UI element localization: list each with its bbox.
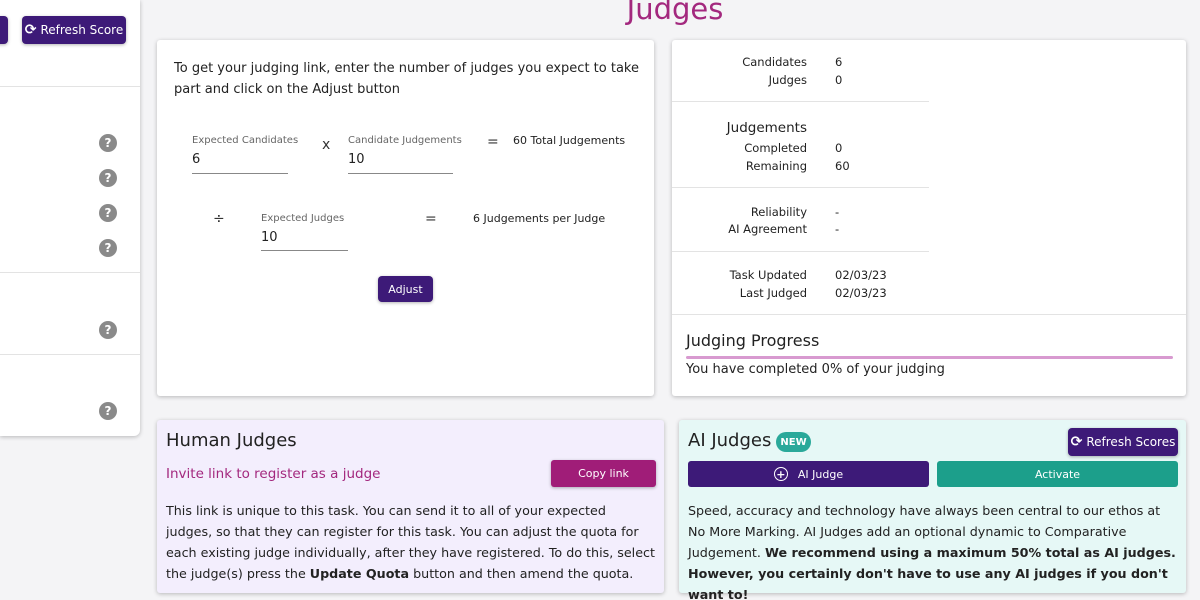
refresh-icon: ⟳ bbox=[1070, 434, 1083, 450]
stats-divider bbox=[672, 187, 929, 188]
ai-agreement-value: - bbox=[835, 222, 840, 236]
judgements-heading: Judgements bbox=[726, 120, 807, 136]
total-judgements-result: 60 Total Judgements bbox=[513, 134, 626, 147]
question-circle-icon[interactable]: ? bbox=[99, 239, 117, 257]
human-description-text: button and then amend the quota. bbox=[409, 566, 634, 581]
candidate-judgements-input[interactable] bbox=[348, 173, 453, 174]
last-judged-label: Last Judged bbox=[739, 286, 807, 300]
expected-judges-input[interactable] bbox=[261, 250, 348, 251]
divide-operator: ÷ bbox=[213, 211, 225, 227]
sidebar-divider bbox=[0, 272, 140, 273]
refresh-score-button[interactable]: ⟳ Refresh Score bbox=[22, 16, 126, 44]
progress-bar-track bbox=[686, 356, 1173, 359]
ai-judges-title: AI Judges bbox=[688, 430, 772, 451]
update-quota-emphasis: Update Quota bbox=[309, 566, 410, 581]
refresh-scores-button[interactable]: ⟳ Refresh Scores bbox=[1068, 428, 1178, 456]
candidates-value: 6 bbox=[835, 55, 843, 69]
add-ai-judge-button[interactable]: + AI Judge bbox=[688, 461, 929, 487]
sidebar-divider bbox=[0, 86, 140, 87]
candidate-judgements-value: 10 bbox=[348, 152, 365, 167]
remaining-value: 60 bbox=[835, 159, 850, 173]
expected-judges-value: 10 bbox=[261, 230, 278, 245]
refresh-scores-label: Refresh Scores bbox=[1086, 435, 1176, 449]
sidebar-stub-button[interactable] bbox=[0, 16, 8, 44]
progress-text: You have completed 0% of your judging bbox=[686, 362, 945, 377]
refresh-score-label: Refresh Score bbox=[40, 23, 124, 37]
reliability-label: Reliability bbox=[750, 205, 807, 219]
equals-operator: = bbox=[425, 211, 437, 227]
plus-circle-icon: + bbox=[773, 467, 788, 481]
calculator-intro: To get your judging link, enter the numb… bbox=[174, 61, 639, 97]
sidebar-divider bbox=[0, 354, 140, 355]
judging-progress-title: Judging Progress bbox=[686, 331, 820, 350]
question-circle-icon[interactable]: ? bbox=[99, 321, 117, 339]
stats-divider bbox=[672, 101, 929, 102]
judges-label: Judges bbox=[768, 73, 807, 87]
ai-agreement-label: AI Agreement bbox=[728, 222, 807, 236]
question-circle-icon[interactable]: ? bbox=[99, 204, 117, 222]
progress-divider bbox=[672, 314, 1186, 315]
ai-judges-description: Speed, accuracy and technology have alwa… bbox=[688, 500, 1178, 600]
ai-judge-label: AI Judge bbox=[797, 467, 844, 481]
question-circle-icon[interactable]: ? bbox=[99, 402, 117, 420]
completed-value: 0 bbox=[835, 141, 843, 155]
expected-candidates-input[interactable] bbox=[192, 173, 288, 174]
remaining-label: Remaining bbox=[745, 159, 807, 173]
new-badge: NEW bbox=[776, 432, 811, 452]
expected-candidates-value: 6 bbox=[192, 152, 201, 167]
adjust-button[interactable]: Adjust bbox=[378, 276, 433, 302]
question-circle-icon[interactable]: ? bbox=[99, 134, 117, 152]
question-circle-icon[interactable]: ? bbox=[99, 169, 117, 187]
expected-judges-label: Expected Judges bbox=[261, 213, 345, 224]
refresh-icon: ⟳ bbox=[24, 22, 37, 38]
human-judges-title: Human Judges bbox=[166, 430, 297, 451]
task-updated-value: 02/03/23 bbox=[835, 268, 887, 282]
stats-divider bbox=[672, 251, 929, 252]
activate-button[interactable]: Activate bbox=[937, 461, 1178, 487]
invite-link-subtitle: Invite link to register as a judge bbox=[166, 466, 381, 482]
per-judge-result: 6 Judgements per Judge bbox=[473, 212, 606, 225]
sidebar-panel: ? ? ? ? ? ? bbox=[0, 0, 140, 436]
candidate-judgements-label: Candidate Judgements bbox=[348, 135, 462, 146]
page-title: Judges bbox=[626, 0, 724, 26]
human-judges-description: This link is unique to this task. You ca… bbox=[166, 500, 656, 584]
expected-candidates-label: Expected Candidates bbox=[192, 135, 299, 146]
last-judged-value: 02/03/23 bbox=[835, 286, 887, 300]
equals-operator: = bbox=[487, 134, 499, 150]
task-updated-label: Task Updated bbox=[729, 268, 807, 282]
judges-value: 0 bbox=[835, 73, 843, 87]
copy-link-button[interactable]: Copy link bbox=[551, 460, 656, 487]
candidates-label: Candidates bbox=[742, 55, 807, 69]
reliability-value: - bbox=[835, 205, 840, 219]
completed-label: Completed bbox=[744, 141, 807, 155]
times-operator: x bbox=[322, 137, 331, 153]
